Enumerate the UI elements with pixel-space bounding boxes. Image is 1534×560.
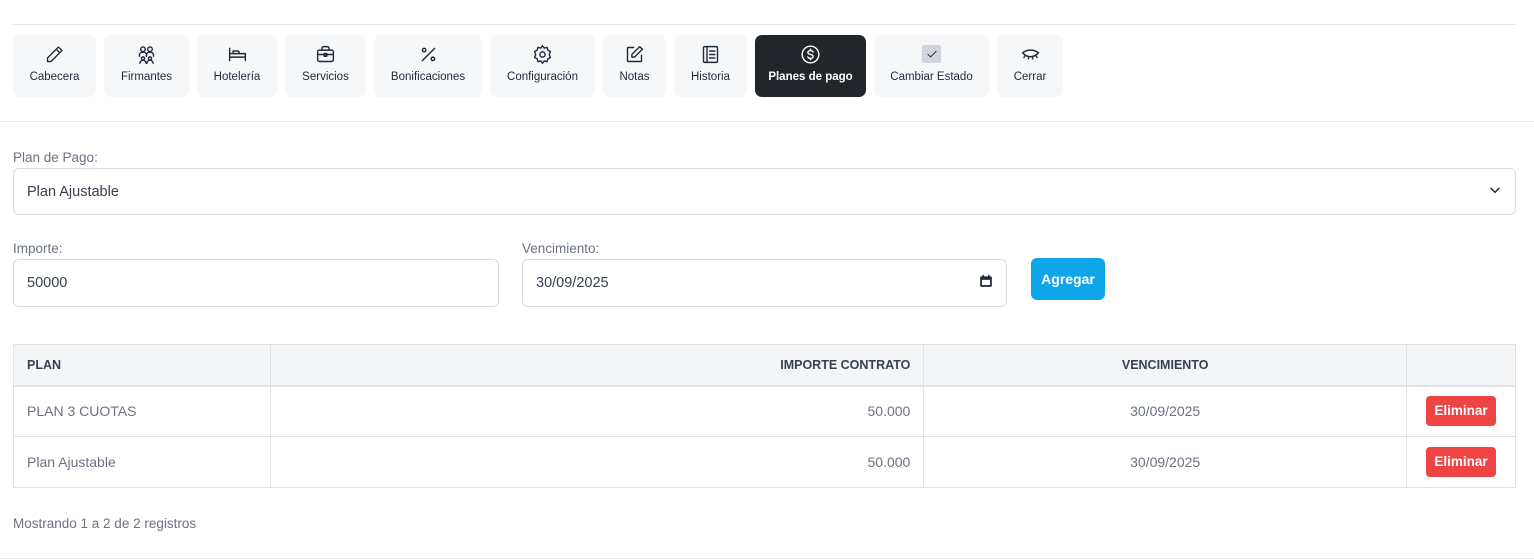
checkbox-icon (921, 43, 943, 65)
pencil-icon (44, 43, 66, 65)
tab-cabecera[interactable]: Cabecera (13, 35, 96, 97)
cell-actions: Eliminar (1405, 385, 1517, 437)
tab-servicios[interactable]: Servicios (285, 35, 366, 97)
tab-configuracion[interactable]: Configuración (490, 35, 595, 97)
tab-label: Configuración (507, 71, 578, 83)
notebook-icon (700, 43, 722, 65)
cell-importe: 50.000 (269, 436, 925, 488)
gear-icon (532, 43, 554, 65)
plan-de-pago-label: Plan de Pago: (13, 150, 98, 165)
table-info: Mostrando 1 a 2 de 2 registros (13, 516, 197, 531)
vencimiento-label: Vencimiento: (522, 241, 600, 256)
column-header-importe[interactable]: IMPORTE CONTRATO (269, 344, 925, 387)
chevron-down-icon (1488, 183, 1502, 201)
table-header-row: PLAN IMPORTE CONTRATO VENCIMIENTO (13, 344, 1517, 387)
cell-vencimiento: 30/09/2025 (923, 436, 1407, 488)
column-header-plan[interactable]: PLAN (13, 344, 271, 387)
section-divider (0, 121, 1534, 122)
calendar-icon[interactable] (979, 274, 993, 292)
tab-label: Servicios (302, 71, 349, 83)
tab-toolbar: Cabecera Firmantes Hotelería Servicios B… (13, 35, 1063, 97)
importe-input[interactable]: 50000 (13, 259, 499, 307)
tab-cambiar-estado[interactable]: Cambiar Estado (874, 35, 989, 97)
tab-label: Cambiar Estado (890, 71, 973, 83)
add-button[interactable]: Agregar (1031, 258, 1105, 300)
plan-de-pago-value: Plan Ajustable (27, 183, 119, 200)
table-row: Plan Ajustable 50.000 30/09/2025 Elimina… (13, 436, 1517, 488)
percent-icon (417, 43, 439, 65)
importe-label: Importe: (13, 241, 63, 256)
briefcase-icon (315, 43, 337, 65)
tab-label: Cabecera (29, 71, 80, 83)
tab-hoteleria[interactable]: Hotelería (197, 35, 277, 97)
tab-label: Firmantes (120, 71, 173, 83)
cell-plan: PLAN 3 CUOTAS (13, 385, 271, 437)
cell-vencimiento: 30/09/2025 (923, 385, 1407, 437)
tab-cerrar[interactable]: Cerrar (997, 35, 1063, 97)
tab-firmantes[interactable]: Firmantes (104, 35, 189, 97)
tab-label: Historia (691, 71, 730, 83)
tab-bonificaciones[interactable]: Bonificaciones (374, 35, 482, 97)
vencimiento-date-input[interactable]: 30/09/2025 (522, 259, 1007, 307)
bottom-divider (0, 558, 1534, 559)
tab-label: Hotelería (213, 71, 261, 83)
cell-plan: Plan Ajustable (13, 436, 271, 488)
tab-label: Notas (619, 71, 650, 83)
column-header-actions (1405, 344, 1517, 387)
tab-planes-de-pago[interactable]: Planes de pago (755, 35, 866, 97)
plan-de-pago-select[interactable]: Plan Ajustable (13, 168, 1516, 215)
tab-historia[interactable]: Historia (674, 35, 747, 97)
top-divider (13, 24, 1516, 25)
dollar-circle-icon (800, 43, 822, 65)
vencimiento-value: 30/09/2025 (536, 275, 609, 291)
delete-button[interactable]: Eliminar (1426, 447, 1496, 477)
tab-label: Planes de pago (768, 71, 853, 83)
importe-value: 50000 (27, 275, 68, 291)
tab-notas[interactable]: Notas (603, 35, 666, 97)
people-icon (136, 43, 158, 65)
table-row: PLAN 3 CUOTAS 50.000 30/09/2025 Eliminar (13, 385, 1517, 437)
tab-label: Cerrar (1013, 71, 1047, 83)
tab-label: Bonificaciones (390, 71, 466, 83)
column-header-vencimiento[interactable]: VENCIMIENTO (923, 344, 1407, 387)
closed-eye-icon (1019, 43, 1041, 65)
payment-plans-table: PLAN IMPORTE CONTRATO VENCIMIENTO PLAN 3… (13, 344, 1517, 488)
bed-icon (226, 43, 248, 65)
cell-actions: Eliminar (1405, 436, 1517, 488)
edit-note-icon (624, 43, 646, 65)
cell-importe: 50.000 (269, 385, 925, 437)
delete-button[interactable]: Eliminar (1426, 396, 1496, 427)
